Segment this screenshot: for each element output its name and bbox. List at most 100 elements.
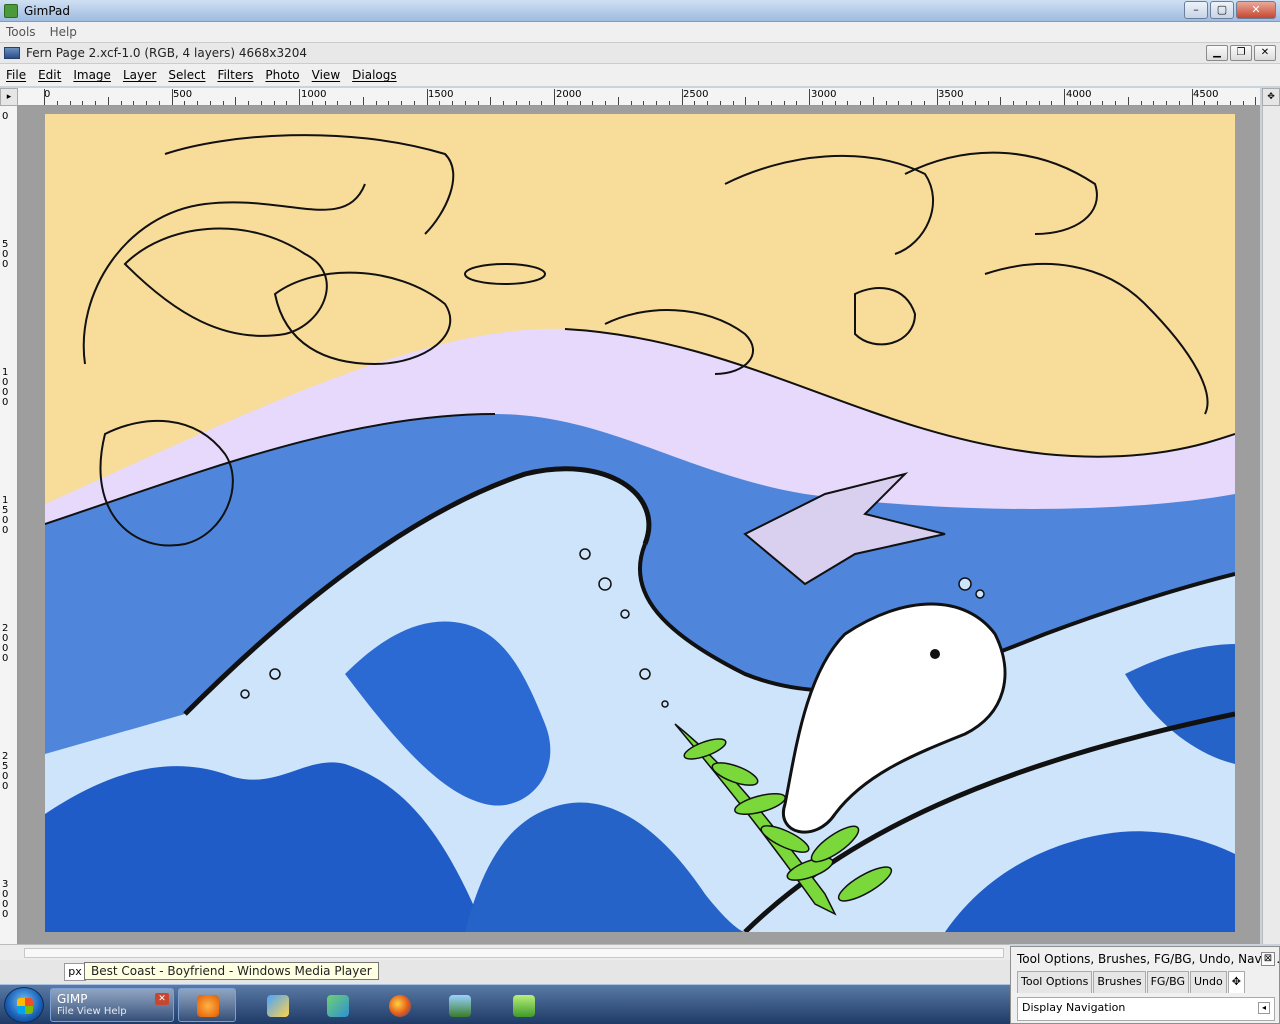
doc-minimize-button[interactable]: ▁ <box>1206 45 1228 61</box>
tab-tool-options[interactable]: Tool Options <box>1017 971 1093 993</box>
h-ruler-tick <box>95 101 96 105</box>
doc-restore-button[interactable]: ❐ <box>1230 45 1252 61</box>
h-ruler-label: 2000 <box>556 89 582 100</box>
tab-brushes[interactable]: Brushes <box>1093 971 1146 993</box>
v-ruler-label: 3000 <box>2 879 9 920</box>
app-menu-bar: Tools Help <box>0 22 1280 42</box>
image-thumbnail-icon <box>4 47 20 59</box>
h-ruler-tick <box>184 101 186 105</box>
h-ruler-tick <box>503 101 504 105</box>
menu-file[interactable]: File <box>6 68 26 82</box>
menu-view[interactable]: View <box>312 68 340 82</box>
h-ruler-tick <box>796 101 798 105</box>
h-ruler-tick <box>350 101 351 105</box>
menu-dialogs[interactable]: Dialogs <box>352 68 396 82</box>
menu-filters[interactable]: Filters <box>217 68 253 82</box>
h-ruler-tick <box>911 101 912 105</box>
menu-tools[interactable]: Tools <box>6 25 36 39</box>
h-ruler-label: 3000 <box>811 89 837 100</box>
tab-fg-bg[interactable]: FG/BG <box>1146 971 1189 993</box>
display-navigation-panel: Display Navigation ◂ <box>1017 997 1275 1021</box>
navigate-icon[interactable]: ✥ <box>1262 88 1280 106</box>
h-ruler-tick <box>171 89 173 105</box>
v-ruler-label: 0 <box>2 111 9 122</box>
h-ruler-tick <box>1217 101 1218 105</box>
h-ruler-tick <box>197 101 198 105</box>
menu-layer[interactable]: Layer <box>123 68 156 82</box>
start-button[interactable] <box>4 987 44 1023</box>
h-ruler-tick <box>834 101 836 105</box>
minimize-button[interactable]: – <box>1184 1 1208 19</box>
h-ruler-tick <box>541 101 543 105</box>
h-ruler-label: 1000 <box>301 89 327 100</box>
menu-help[interactable]: Help <box>50 25 77 39</box>
tab-navigation-icon[interactable]: ✥ <box>1227 971 1245 993</box>
dock-close-button[interactable]: ⊠ <box>1261 952 1275 966</box>
artwork-image <box>45 114 1235 932</box>
taskbar-firefox[interactable] <box>370 988 428 1022</box>
dock-menu-arrow-icon[interactable]: ◂ <box>1258 1002 1270 1014</box>
taskbar-photo-viewer[interactable] <box>430 988 488 1022</box>
h-ruler-tick <box>107 97 109 105</box>
image-canvas[interactable] <box>18 106 1260 944</box>
h-ruler-tick <box>286 101 288 105</box>
h-ruler-tick <box>605 101 606 105</box>
taskbar-gimpad[interactable] <box>494 988 552 1022</box>
h-ruler-tick <box>490 97 492 105</box>
taskbar-gimp-close-button[interactable]: ✕ <box>155 993 169 1005</box>
doc-close-button[interactable]: ✕ <box>1254 45 1276 61</box>
v-ruler-label: 1000 <box>2 367 9 408</box>
h-ruler-tick <box>260 101 262 105</box>
h-ruler-tick <box>1076 101 1078 105</box>
taskbar-gimp-label: GIMP <box>57 992 88 1006</box>
ruler-corner-menu-button[interactable]: ▸ <box>0 88 18 106</box>
h-ruler-tick <box>1178 101 1180 105</box>
h-ruler-tick <box>133 101 135 105</box>
taskbar-paint-app[interactable] <box>248 988 306 1022</box>
menu-edit[interactable]: Edit <box>38 68 61 82</box>
h-ruler-tick <box>1089 101 1091 105</box>
h-ruler-tick <box>273 101 275 105</box>
h-ruler-tick <box>643 101 645 105</box>
h-ruler-tick <box>694 101 696 105</box>
menu-image[interactable]: Image <box>73 68 111 82</box>
h-ruler-tick <box>745 97 747 105</box>
gimpad-app-icon <box>4 3 18 18</box>
h-ruler-tick <box>1204 101 1206 105</box>
taskbar-gimp-window[interactable]: GIMP File View Help ✕ <box>50 988 174 1022</box>
maximize-button[interactable]: ▢ <box>1210 1 1234 19</box>
menu-photo[interactable]: Photo <box>265 68 299 82</box>
display-navigation-label: Display Navigation <box>1022 1001 1126 1014</box>
gimp-menu-bar: File Edit Image Layer Select Filters Pho… <box>0 64 1280 86</box>
h-ruler-tick <box>401 101 402 105</box>
h-ruler-tick <box>579 101 581 105</box>
menu-select[interactable]: Select <box>168 68 205 82</box>
horizontal-scrollbar[interactable] <box>24 948 1004 958</box>
unit-selector[interactable]: px <box>64 963 86 981</box>
h-ruler-tick <box>719 101 721 105</box>
h-ruler-tick <box>987 101 989 105</box>
paint-icon <box>267 995 289 1017</box>
h-ruler-tick <box>668 101 670 105</box>
h-ruler-tick <box>1000 97 1002 105</box>
h-ruler-label: 3500 <box>938 89 964 100</box>
horizontal-ruler[interactable]: 0 500 1000 1500 2000 2500 3000 3500 4000… <box>18 88 1260 106</box>
close-button[interactable]: ✕ <box>1236 1 1276 19</box>
taskbar-media-player[interactable] <box>178 988 236 1022</box>
vertical-ruler[interactable]: 0 500 1000 1500 2000 2500 3000 <box>0 106 18 944</box>
vertical-scrollbar[interactable] <box>1262 106 1280 944</box>
h-ruler-tick <box>439 101 441 105</box>
tab-undo[interactable]: Undo <box>1190 971 1227 993</box>
h-ruler-label: 4500 <box>1193 89 1219 100</box>
h-ruler-tick <box>554 89 555 105</box>
taskbar-messenger[interactable] <box>308 988 366 1022</box>
taskbar-gimp-sub: File View Help <box>57 1006 127 1017</box>
h-ruler-label: 4000 <box>1066 89 1092 100</box>
h-ruler-tick <box>158 101 160 105</box>
h-ruler-tick <box>235 97 237 105</box>
h-ruler-tick <box>452 101 453 105</box>
gimpad-icon <box>513 995 535 1017</box>
h-ruler-tick <box>324 101 326 105</box>
dock-panel: Tool Options, Brushes, FG/BG, Undo, Navi… <box>1010 946 1280 1024</box>
h-ruler-tick <box>1038 101 1040 105</box>
